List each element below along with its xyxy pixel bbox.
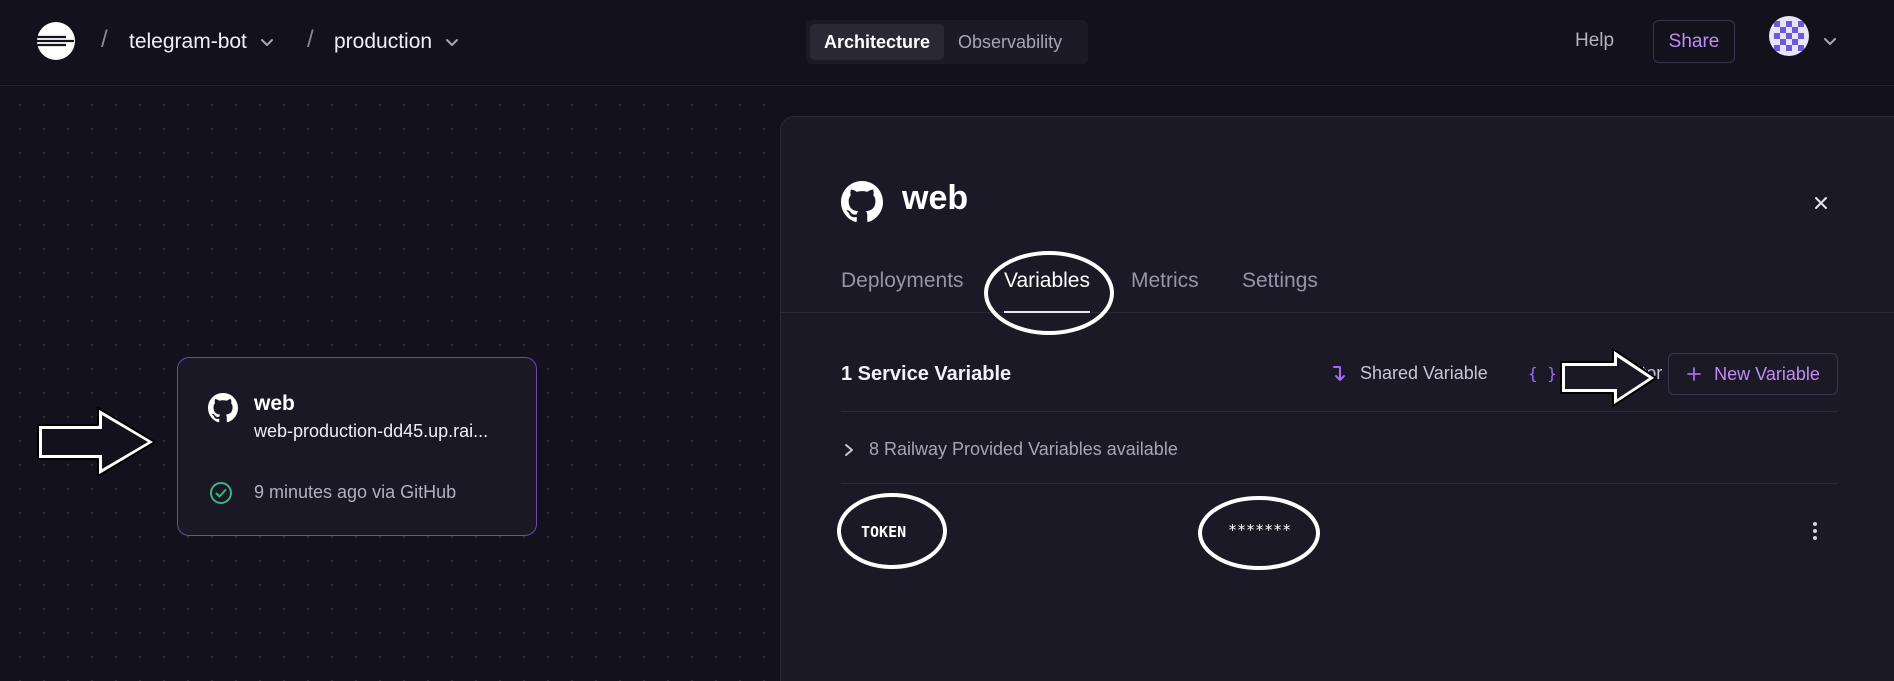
shared-variable-label: Shared Variable [1360, 363, 1488, 383]
deployment-status: 9 minutes ago via GitHub [254, 482, 457, 502]
divider [841, 411, 1838, 412]
plus-icon [1687, 367, 1702, 381]
project-name: telegram-bot [129, 30, 247, 53]
variable-value[interactable]: ******* [1228, 521, 1291, 539]
chevron-down-icon [446, 39, 459, 46]
panel-title: web [902, 179, 969, 217]
share-button[interactable]: Share [1653, 20, 1735, 63]
divider [841, 483, 1838, 484]
tab-settings[interactable]: Settings [1242, 269, 1318, 313]
environment-name: production [334, 30, 433, 53]
service-name: web [254, 392, 295, 415]
tab-architecture[interactable]: Architecture [810, 24, 945, 60]
github-icon [841, 181, 883, 222]
environment-selector[interactable]: production [334, 27, 462, 57]
check-circle-icon [210, 482, 232, 504]
chevron-down-icon[interactable] [1820, 31, 1840, 51]
tab-variables[interactable]: Variables [1004, 269, 1090, 313]
tab-metrics[interactable]: Metrics [1131, 269, 1199, 313]
chevron-down-icon [260, 39, 273, 46]
top-bar: / telegram-bot / production Architecture… [0, 0, 1894, 86]
new-variable-label: New Variable [1714, 363, 1820, 384]
shared-variable-button[interactable]: Shared Variable [1330, 363, 1488, 384]
breadcrumb-separator: / [101, 26, 108, 53]
variables-count-heading: 1 Service Variable [841, 363, 1012, 385]
github-icon [208, 393, 238, 423]
service-panel: web Deployments Variables Metrics Settin… [780, 116, 1894, 681]
project-selector[interactable]: telegram-bot [129, 27, 277, 57]
close-icon[interactable] [1809, 191, 1833, 215]
view-switcher: Architecture Observability [806, 20, 1088, 64]
variable-key[interactable]: TOKEN [861, 523, 906, 541]
more-options-icon[interactable] [1801, 517, 1829, 545]
service-card-web[interactable]: web web-production-dd45.up.rai... 9 minu… [177, 357, 537, 536]
breadcrumb-separator: / [307, 26, 314, 53]
tab-observability[interactable]: Observability [944, 24, 1076, 60]
new-variable-button[interactable]: New Variable [1668, 353, 1838, 395]
tab-deployments[interactable]: Deployments [841, 269, 964, 313]
service-url[interactable]: web-production-dd45.up.rai... [254, 421, 524, 442]
help-link[interactable]: Help [1575, 30, 1614, 52]
arrow-turn-down-icon [1333, 365, 1345, 381]
braces-icon: { } [1528, 364, 1557, 383]
railway-logo-icon[interactable] [36, 21, 76, 61]
raw-editor-button[interactable]: { } RAW Editor [1528, 363, 1662, 384]
provided-variables-label: 8 Railway Provided Variables available [869, 439, 1178, 459]
user-avatar[interactable] [1769, 16, 1809, 56]
provided-variables-toggle[interactable]: 8 Railway Provided Variables available [841, 439, 1178, 460]
chevron-right-icon [845, 443, 853, 456]
raw-editor-label: RAW Editor [1568, 363, 1663, 383]
